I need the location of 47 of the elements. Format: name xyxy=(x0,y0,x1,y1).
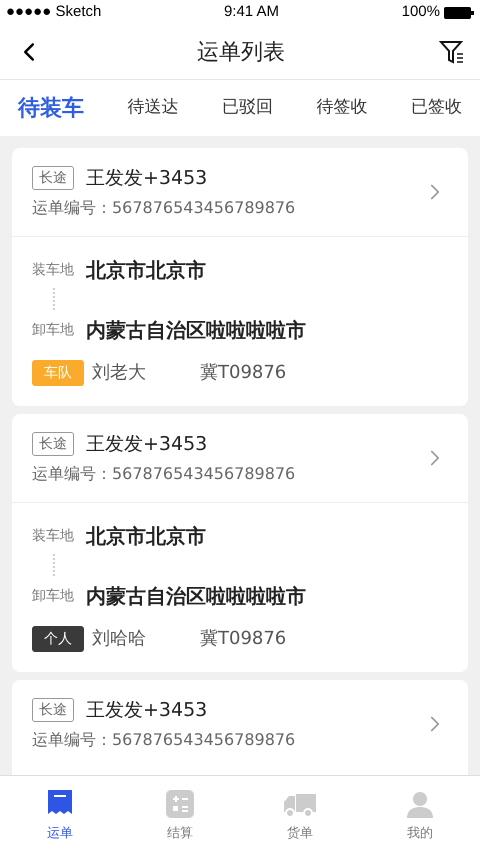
unload-label: 卸车地 xyxy=(32,320,74,340)
battery-text: 100% xyxy=(402,2,440,22)
status-tab[interactable]: 已签收 xyxy=(411,95,462,121)
load-place: 北京市北京市 xyxy=(86,257,206,284)
shipper-name: 王发发+3453 xyxy=(86,432,208,457)
plate-number: 冀T09876 xyxy=(200,361,286,385)
bottom-tab[interactable]: 结算 xyxy=(120,786,240,844)
unload-place: 内蒙古自治区啦啦啦啦市 xyxy=(86,317,306,344)
status-tab[interactable]: 待签收 xyxy=(316,95,368,121)
filter-icon xyxy=(438,38,466,66)
carrier-text: ●●●●● Sketch xyxy=(6,2,102,22)
status-time: 9:41 AM xyxy=(224,2,279,22)
unload-place: 内蒙古自治区啦啦啦啦市 xyxy=(86,583,306,610)
battery-icon xyxy=(444,6,474,18)
bottom-tab[interactable]: 运单 xyxy=(0,786,120,844)
page-title: 运单列表 xyxy=(197,38,285,66)
load-label: 装车地 xyxy=(32,526,74,546)
order-card[interactable]: 长途 王发发+3453 运单编号：567876543456789876 装车地 北京市北京市 卸车地 内蒙古自治区啦啦啦啦市 车队 刘老大 冀T09876 xyxy=(12,148,468,406)
truck-icon xyxy=(282,792,318,818)
order-number: 运单编号：567876543456789876 xyxy=(32,197,296,220)
load-label: 装车地 xyxy=(32,260,74,280)
bottom-tab[interactable]: 我的 xyxy=(360,786,480,844)
filter-button[interactable] xyxy=(438,38,466,66)
shipper-name: 王发发+3453 xyxy=(86,698,208,723)
route-tag: 长途 xyxy=(32,698,74,722)
status-tab[interactable]: 待送达 xyxy=(128,95,178,121)
plate-number: 冀T09876 xyxy=(200,627,286,651)
dotted-line-icon xyxy=(52,554,56,578)
order-card[interactable]: 长途 王发发+3453 运单编号：567876543456789876 装车地 北京市北京市 卸车地 内蒙古自治区啦啦啦啦市 个人 刘哈哈 冀T09876 xyxy=(12,414,468,672)
driver-name: 刘老大 xyxy=(92,361,147,385)
driver-type-tag: 车队 xyxy=(32,360,84,386)
order-number: 运单编号：567876543456789876 xyxy=(32,463,296,486)
unload-label: 卸车地 xyxy=(32,586,74,606)
order-card[interactable]: 长途 王发发+3453 运单编号：567876543456789876 xyxy=(12,680,468,775)
person-icon xyxy=(406,790,434,818)
driver-name: 刘哈哈 xyxy=(92,627,147,651)
bottom-tab[interactable]: 货单 xyxy=(240,786,360,844)
status-tab[interactable]: 已驳回 xyxy=(222,95,273,121)
route-tag: 长途 xyxy=(32,166,74,190)
dotted-line-icon xyxy=(52,288,56,312)
load-place: 北京市北京市 xyxy=(86,523,206,550)
shipper-name: 王发发+3453 xyxy=(86,166,208,191)
route-tag: 长途 xyxy=(32,432,74,456)
driver-type-tag: 个人 xyxy=(32,626,84,652)
calculator-icon xyxy=(166,790,194,818)
status-tab[interactable]: 待装车 xyxy=(18,92,84,124)
order-number: 运单编号：567876543456789876 xyxy=(32,729,296,752)
